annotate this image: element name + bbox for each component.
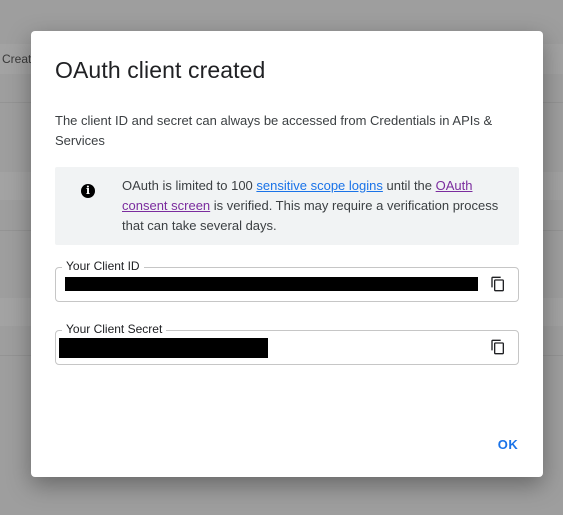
client-id-redacted-value bbox=[65, 277, 478, 291]
notice-text: OAuth is limited to 100 sensitive scope … bbox=[122, 176, 507, 236]
notice-text-before: OAuth is limited to 100 bbox=[122, 178, 257, 193]
copy-icon[interactable] bbox=[490, 339, 506, 355]
notice-text-middle: until the bbox=[382, 178, 436, 193]
client-id-field[interactable]: Your Client ID bbox=[55, 259, 519, 302]
sensitive-scope-logins-link[interactable]: sensitive scope logins bbox=[256, 178, 382, 193]
client-secret-field[interactable]: Your Client Secret bbox=[55, 322, 519, 365]
background-column-header: Creat bbox=[2, 52, 32, 66]
ok-button[interactable]: OK bbox=[493, 435, 523, 455]
info-icon: i bbox=[81, 184, 95, 198]
copy-icon[interactable] bbox=[490, 276, 506, 292]
client-secret-redacted-value bbox=[59, 338, 268, 358]
client-secret-label: Your Client Secret bbox=[62, 322, 167, 336]
oauth-created-dialog: OAuth client created The client ID and s… bbox=[31, 31, 543, 477]
dialog-title: OAuth client created bbox=[55, 57, 266, 83]
dialog-description: The client ID and secret can always be a… bbox=[55, 113, 493, 148]
client-id-label: Your Client ID bbox=[62, 259, 144, 273]
verification-notice: i OAuth is limited to 100 sensitive scop… bbox=[55, 167, 519, 245]
